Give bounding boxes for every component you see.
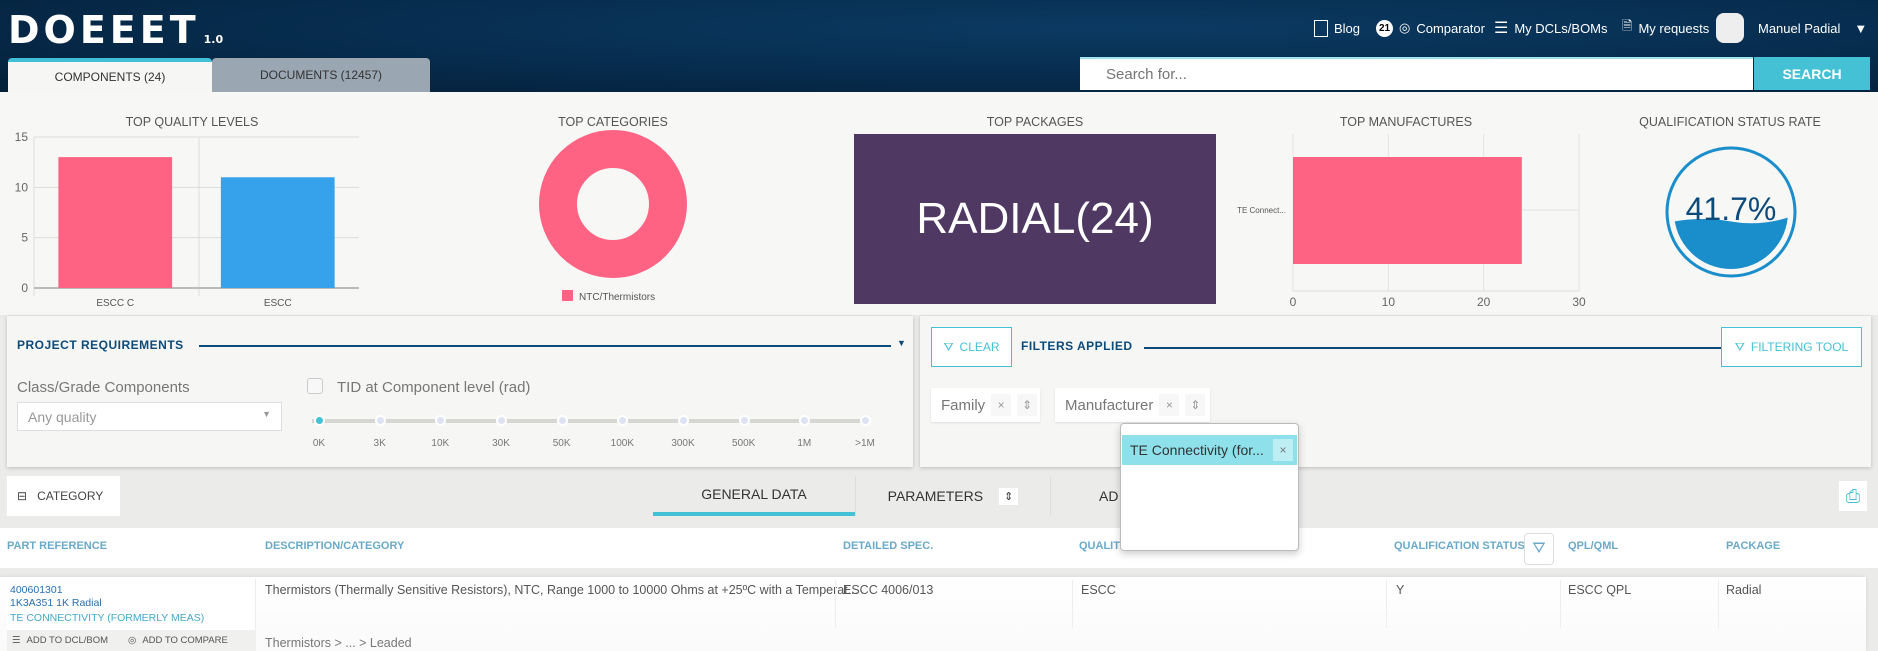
legend-swatch <box>562 290 573 301</box>
x-tick-label: 10 <box>1382 295 1396 309</box>
slider-stop[interactable] <box>860 415 871 426</box>
column-header[interactable]: QPL/QML <box>1568 540 1618 552</box>
bar <box>58 157 173 288</box>
column-header[interactable]: DETAILED SPEC. <box>843 540 933 552</box>
tid-label: TID at Component level (rad) <box>337 379 531 396</box>
slider-stop[interactable] <box>678 415 689 426</box>
x-tick-label: ESCC <box>264 298 292 309</box>
filters-panel: ⛛CLEAR FILTERS APPLIED ▼ ⛛FILTERING TOOL… <box>920 316 1871 467</box>
qpl-cell: ESCC QPL <box>1568 583 1632 597</box>
remove-icon[interactable]: × <box>1273 439 1293 461</box>
manufacturer-link[interactable]: TE CONNECTIVITY (FORMERLY MEAS) <box>10 612 204 624</box>
clear-filter-icon: ⛛ <box>943 339 954 354</box>
slider-label: 0K <box>312 438 326 449</box>
filtering-tool-button[interactable]: ⛛ FILTERING TOOL <box>1721 327 1862 367</box>
slider-stop[interactable] <box>314 415 325 426</box>
y-tick-label: 10 <box>15 180 29 194</box>
expand-icon[interactable]: ⇕ <box>1185 394 1206 416</box>
tid-checkbox[interactable] <box>307 378 323 394</box>
tab-general-data[interactable]: GENERAL DATA <box>653 476 855 516</box>
y-tick-label: TE Connect... <box>1237 206 1286 215</box>
slider-label: 30K <box>492 438 510 449</box>
status-cell: Y <box>1396 583 1405 597</box>
spec-cell: ESCC 4006/013 <box>843 583 934 597</box>
section-title: FILTERS APPLIED <box>1021 339 1133 353</box>
slider-label: 3K <box>373 438 386 449</box>
part-number-link[interactable]: 400601301 <box>10 584 63 596</box>
print-icon[interactable]: ⎙ <box>1839 481 1867 511</box>
slider-label: 1M <box>797 438 812 449</box>
slider-label: 500K <box>731 438 756 449</box>
column-header[interactable]: PACKAGE <box>1726 540 1780 552</box>
manufacturer-dropdown: TE Connectivity (for... × <box>1120 423 1299 551</box>
slider-stop[interactable] <box>374 415 386 426</box>
add-to-dcl-button[interactable]: ADD TO DCL/BOM <box>27 635 108 646</box>
bar <box>1293 157 1522 264</box>
bar <box>220 177 335 288</box>
x-tick-label: ESCC C <box>96 298 134 309</box>
caret-down-icon: ▼ <box>262 409 271 419</box>
slider-label: 50K <box>552 438 571 449</box>
y-tick-label: 15 <box>15 130 29 144</box>
compare-icon: ◎ <box>128 635 137 646</box>
remove-icon[interactable]: × <box>1159 394 1180 416</box>
column-header[interactable]: PART REFERENCE <box>7 540 107 552</box>
remove-icon[interactable]: × <box>991 394 1012 416</box>
collapse-icon[interactable]: ▼ <box>897 338 906 348</box>
slider-stop[interactable] <box>496 415 507 426</box>
package-cell: Radial <box>1726 583 1762 597</box>
gauge-value: 41.7% <box>1686 191 1777 227</box>
filter-icon: ⛛ <box>1734 339 1745 354</box>
top-package-tile[interactable]: RADIAL(24) <box>854 134 1216 304</box>
tab-parameters[interactable]: PARAMETERS ⇕ <box>855 476 1051 516</box>
slider-label: 100K <box>610 438 634 449</box>
divider <box>199 345 891 347</box>
slider-label: >1M <box>855 438 875 449</box>
list-icon: ☰ <box>12 635 21 646</box>
class-select[interactable]: Any quality ▼ <box>17 402 282 431</box>
tid-slider-track[interactable] <box>312 419 868 423</box>
pie-slice <box>539 130 687 278</box>
expand-icon: ⇕ <box>999 487 1019 505</box>
x-tick-label: 20 <box>1477 295 1491 309</box>
section-title: PROJECT REQUIREMENTS <box>17 338 184 352</box>
part-name-link[interactable]: 1K3A351 1K Radial <box>10 597 102 609</box>
category-button[interactable]: ⊟ CATEGORY <box>7 476 120 516</box>
dropdown-item[interactable]: TE Connectivity (for... × <box>1122 435 1297 465</box>
slider-stop[interactable] <box>738 415 750 426</box>
expand-icon[interactable]: ⇕ <box>1017 394 1038 416</box>
description-cell: Thermistors (Thermally Sensitive Resisto… <box>265 583 859 597</box>
y-tick-label: 0 <box>21 281 28 295</box>
slider-label: 300K <box>671 438 695 449</box>
x-tick-label: 30 <box>1572 295 1586 309</box>
slider-label: 10K <box>431 438 450 449</box>
filter-chip-family[interactable]: Family × ⇕ <box>931 388 1040 422</box>
category-path: Thermistors > ... > Leaded <box>265 636 412 650</box>
divider <box>1144 347 1764 349</box>
y-tick-label: 5 <box>21 231 28 245</box>
clear-filters-button[interactable]: ⛛ CLEAR <box>931 327 1012 367</box>
category-tree-icon: ⊟ <box>17 489 28 503</box>
column-header[interactable]: QUALIFICATION STATUS <box>1394 540 1525 552</box>
column-header[interactable]: DESCRIPTION/CATEGORY <box>265 540 404 552</box>
legend-label: NTC/Thermistors <box>579 292 655 303</box>
add-to-compare-button[interactable]: ADD TO COMPARE <box>142 635 228 646</box>
status-filter-icon[interactable]: ⛛ <box>1524 533 1554 565</box>
filter-chip-manufacturer[interactable]: Manufacturer × ⇕ <box>1055 388 1210 422</box>
quality-cell: ESCC <box>1081 583 1116 597</box>
class-label: Class/Grade Components <box>17 379 190 396</box>
part-card: 400601301 1K3A351 1K Radial TE CONNECTIV… <box>7 578 256 651</box>
x-tick-label: 0 <box>1290 295 1297 309</box>
slider-stop[interactable] <box>556 415 568 426</box>
